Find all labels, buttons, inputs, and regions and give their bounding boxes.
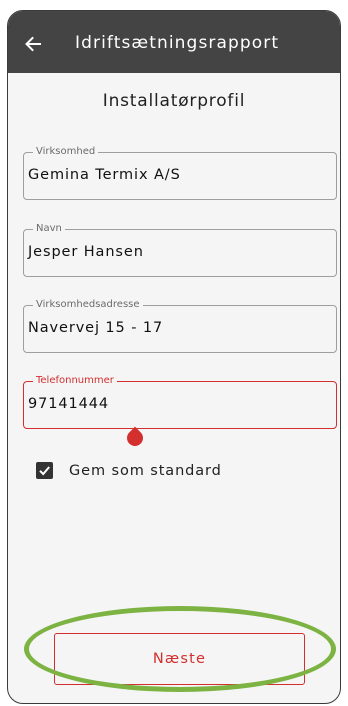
company-field[interactable]: Virksomhed Gemina Termix A/S (23, 145, 337, 200)
app-screen: Idriftsætningsrapport Installatørprofil … (7, 10, 341, 704)
phone-field[interactable]: Telefonnummer 97141444 (23, 374, 337, 450)
save-default-checkbox[interactable] (36, 462, 53, 479)
name-field-value: Jesper Hansen (28, 244, 144, 260)
text-cursor-handle[interactable] (123, 426, 147, 450)
check-icon (39, 466, 50, 476)
name-field[interactable]: Navn Jesper Hansen (23, 222, 337, 277)
address-field[interactable]: Virksomhedsadresse Navervej 15 - 17 (23, 298, 337, 353)
name-field-label: Navn (33, 222, 65, 236)
company-field-label: Virksomhed (33, 145, 99, 159)
app-bar: Idriftsætningsrapport (8, 11, 340, 73)
company-field-value: Gemina Termix A/S (28, 167, 181, 183)
next-button[interactable]: Næste (54, 633, 305, 685)
arrow-left-icon (25, 36, 41, 52)
save-default-label: Gem som standard (69, 462, 222, 479)
save-default-row[interactable]: Gem som standard (36, 462, 222, 479)
address-field-label: Virksomhedsadresse (33, 298, 143, 312)
address-field-value: Navervej 15 - 17 (28, 320, 164, 336)
app-bar-title: Idriftsætningsrapport (75, 33, 280, 53)
back-button[interactable] (18, 29, 48, 59)
phone-field-label: Telefonnummer (33, 374, 117, 388)
page-title: Installatørprofil (102, 91, 246, 111)
phone-field-value: 97141444 (28, 396, 110, 412)
